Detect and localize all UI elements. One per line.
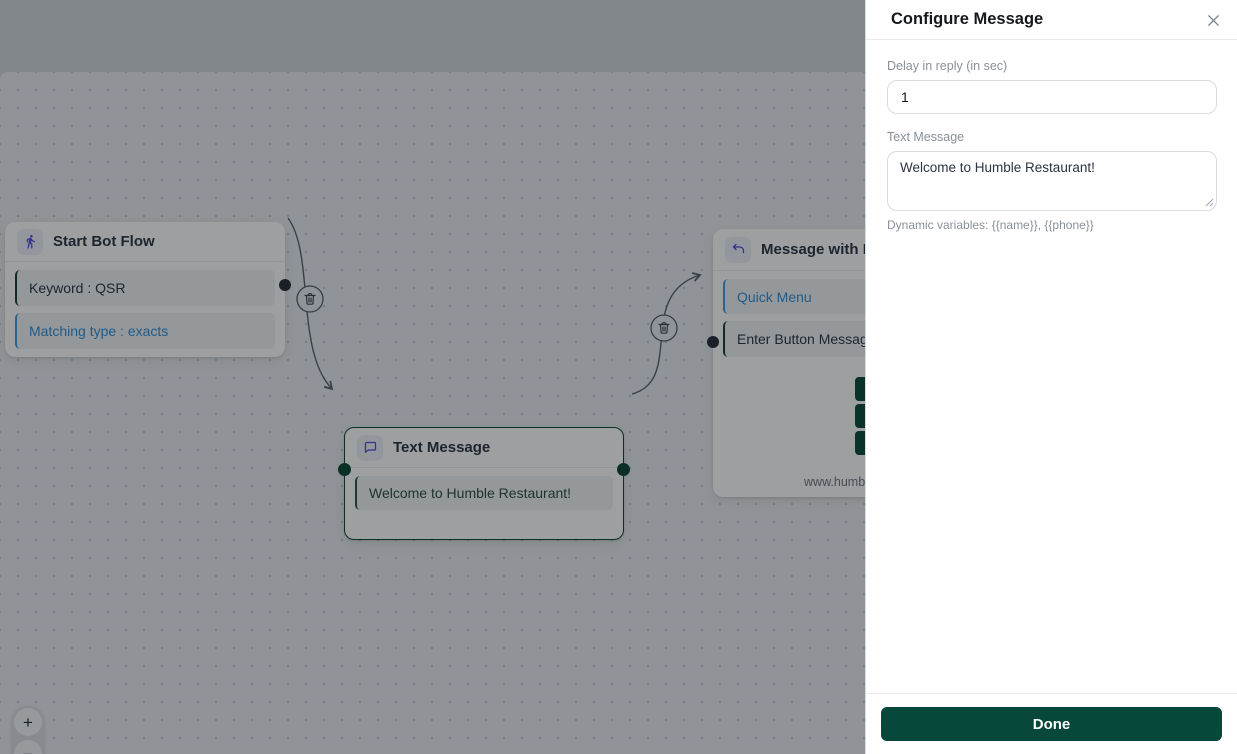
panel-title: Configure Message: [891, 10, 1044, 28]
panel-footer: Done: [866, 693, 1237, 754]
panel-header: Configure Message: [866, 0, 1237, 40]
text-message-label: Text Message: [887, 130, 965, 144]
dynamic-variables-hint: Dynamic variables: {{name}}, {{phone}}: [887, 218, 1094, 232]
delay-input[interactable]: [887, 80, 1217, 114]
textarea-wrapper: Welcome to Humble Restaurant!: [887, 151, 1217, 211]
canvas-area: Start Bot Flow Keyword : QSR Matching ty…: [0, 0, 993, 754]
message-textarea[interactable]: Welcome to Humble Restaurant!: [887, 151, 1217, 211]
modal-overlay[interactable]: [0, 0, 865, 754]
delay-label: Delay in reply (in sec): [887, 59, 1008, 73]
bot-flow-builder: Start Bot Flow Keyword : QSR Matching ty…: [0, 0, 1237, 754]
done-button[interactable]: Done: [881, 707, 1222, 741]
configure-message-panel: Configure Message Delay in reply (in sec…: [865, 0, 1237, 754]
panel-body: Delay in reply (in sec) Text Message Wel…: [866, 40, 1237, 232]
close-icon[interactable]: [1203, 10, 1223, 30]
resize-handle-icon[interactable]: [1205, 198, 1214, 207]
